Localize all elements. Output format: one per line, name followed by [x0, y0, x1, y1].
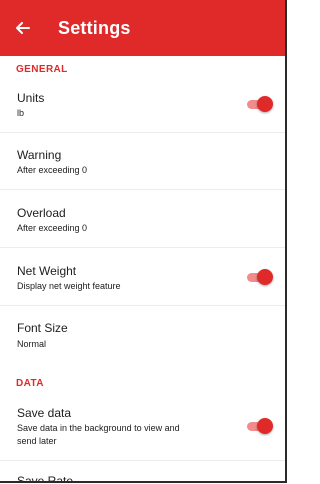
app-bar: Settings — [0, 0, 285, 56]
setting-title: Save Rate — [17, 474, 74, 483]
setting-title: Save data — [17, 406, 72, 420]
setting-subtitle-line1: Save data in the background to view and — [17, 423, 180, 433]
save-data-toggle[interactable] — [245, 418, 273, 434]
toggle-thumb — [257, 269, 273, 285]
setting-save-data[interactable]: Save data Save data in the background to… — [0, 398, 285, 460]
arrow-left-icon — [16, 22, 30, 34]
setting-title: Warning — [17, 148, 62, 162]
toggle-thumb — [257, 96, 273, 112]
back-button[interactable] — [14, 19, 32, 37]
toggle-thumb — [257, 418, 273, 434]
setting-title: Units — [17, 91, 45, 105]
setting-subtitle: After exceeding 0 — [17, 165, 88, 175]
page-title: Settings — [58, 17, 131, 38]
units-toggle[interactable] — [245, 96, 273, 112]
setting-subtitle: Display net weight feature — [17, 281, 121, 291]
section-header-general: GENERAL — [16, 64, 68, 75]
setting-title: Net Weight — [17, 264, 77, 278]
setting-overload[interactable]: Overload After exceeding 0 — [0, 190, 285, 247]
setting-units[interactable]: Units lb — [0, 84, 285, 132]
setting-subtitle: After exceeding 0 — [17, 223, 88, 233]
settings-screen: Settings GENERAL Units lb Warning After … — [0, 0, 287, 483]
setting-net-weight[interactable]: Net Weight Display net weight feature — [0, 248, 285, 305]
setting-subtitle: lb — [17, 108, 25, 118]
setting-save-rate[interactable]: Save Rate — [0, 461, 285, 483]
setting-title: Overload — [17, 206, 66, 220]
setting-subtitle-line2: send later — [17, 436, 57, 446]
setting-font-size[interactable]: Font Size Normal — [0, 306, 285, 364]
section-header-data: DATA — [16, 378, 44, 389]
setting-title: Font Size — [17, 321, 68, 335]
setting-subtitle: Normal — [17, 339, 47, 349]
setting-warning[interactable]: Warning After exceeding 0 — [0, 133, 285, 189]
net-weight-toggle[interactable] — [245, 269, 273, 285]
